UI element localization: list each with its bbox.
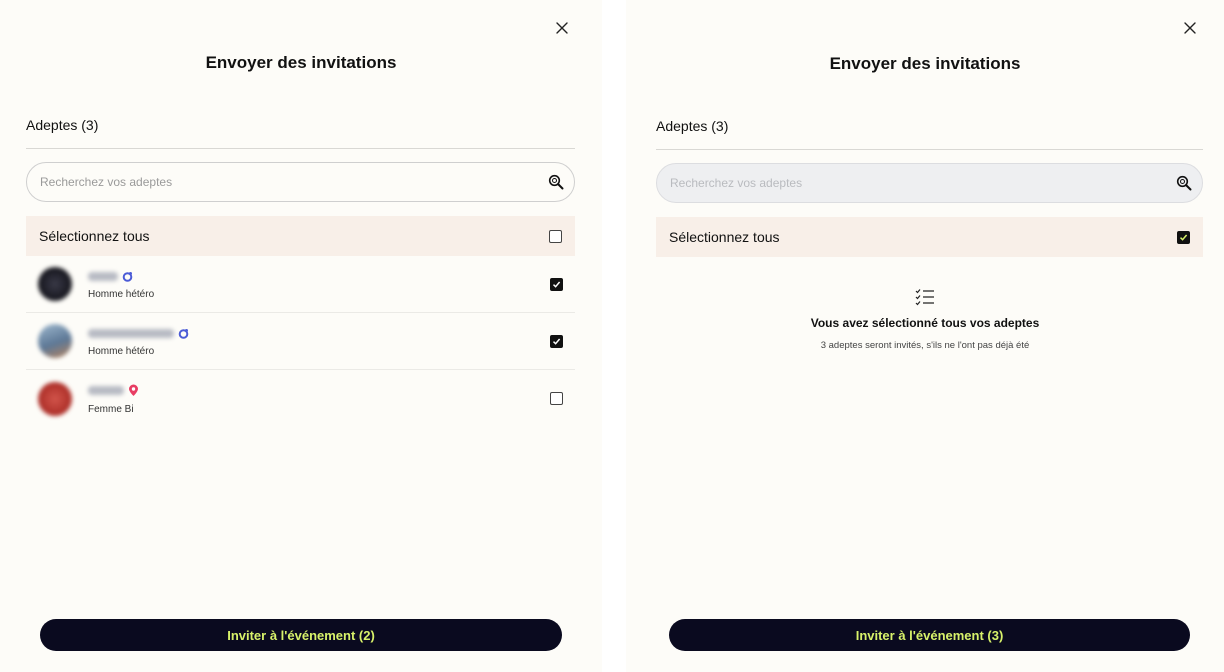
empty-state-subtitle: 3 adeptes seront invités, s'ils ne l'ont…: [820, 340, 1030, 351]
section-label: Adeptes (3): [26, 117, 99, 133]
location-pin-icon: [128, 384, 139, 397]
ring-badge-icon: [122, 271, 133, 282]
search-input[interactable]: Recherchez vos adeptes: [26, 162, 575, 202]
member-name-blurred: [88, 328, 174, 338]
avatar: [38, 381, 72, 416]
select-all-label: Sélectionnez tous: [39, 228, 150, 244]
search-input[interactable]: Recherchez vos adeptes: [656, 163, 1203, 203]
search-icon[interactable]: [1176, 175, 1192, 191]
select-all-row[interactable]: Sélectionnez tous: [26, 216, 575, 256]
modal-title: Envoyer des invitations: [829, 54, 1021, 73]
checkmark-icon: [1179, 234, 1188, 241]
member-name-blurred: [88, 386, 124, 395]
search-placeholder: Recherchez vos adeptes: [670, 176, 803, 190]
member-checkbox[interactable]: [550, 392, 563, 405]
search-icon[interactable]: [548, 174, 564, 190]
member-subtitle: Homme hétéro: [88, 346, 155, 357]
member-subtitle: Homme hétéro: [88, 289, 155, 300]
member-checkbox[interactable]: [550, 334, 563, 348]
checkmark-icon: [552, 281, 561, 288]
search-placeholder: Recherchez vos adeptes: [40, 175, 173, 189]
divider: [26, 148, 575, 149]
checkmark-icon: [552, 338, 561, 345]
member-checkbox[interactable]: [550, 277, 563, 291]
avatar: [38, 267, 72, 301]
member-name-blurred: [88, 271, 118, 281]
modal-title: Envoyer des invitations: [205, 53, 397, 72]
select-all-checkbox[interactable]: [1177, 230, 1190, 244]
empty-state-title: Vous avez sélectionné tous vos adeptes: [810, 316, 1040, 330]
close-button[interactable]: [1180, 18, 1200, 38]
member-info: Homme hétéro: [88, 268, 550, 300]
checklist-icon: [915, 289, 934, 306]
invite-modal-right: Envoyer des invitations Adeptes (3) Rech…: [626, 0, 1224, 672]
section-label: Adeptes (3): [656, 118, 729, 134]
close-icon: [556, 22, 568, 34]
all-selected-state: Vous avez sélectionné tous vos adeptes 3…: [626, 288, 1224, 351]
invite-button[interactable]: Inviter à l'événement (3): [669, 619, 1190, 651]
select-all-row[interactable]: Sélectionnez tous: [656, 217, 1203, 257]
invite-modal-left: Envoyer des invitations Adeptes (3) Rech…: [0, 0, 602, 672]
list-item[interactable]: Femme Bi: [26, 370, 575, 427]
list-item[interactable]: Homme hétéro: [26, 313, 575, 370]
invite-button[interactable]: Inviter à l'événement (2): [40, 619, 562, 651]
member-info: Homme hétéro: [88, 325, 550, 357]
close-button[interactable]: [552, 18, 572, 38]
member-subtitle: Femme Bi: [88, 403, 134, 415]
avatar: [38, 324, 72, 358]
member-info: Femme Bi: [88, 383, 550, 415]
list-item[interactable]: Homme hétéro: [26, 256, 575, 313]
select-all-label: Sélectionnez tous: [669, 229, 780, 245]
ring-badge-icon: [178, 328, 189, 339]
divider: [656, 149, 1203, 150]
select-all-checkbox[interactable]: [549, 229, 562, 243]
close-icon: [1184, 22, 1196, 34]
